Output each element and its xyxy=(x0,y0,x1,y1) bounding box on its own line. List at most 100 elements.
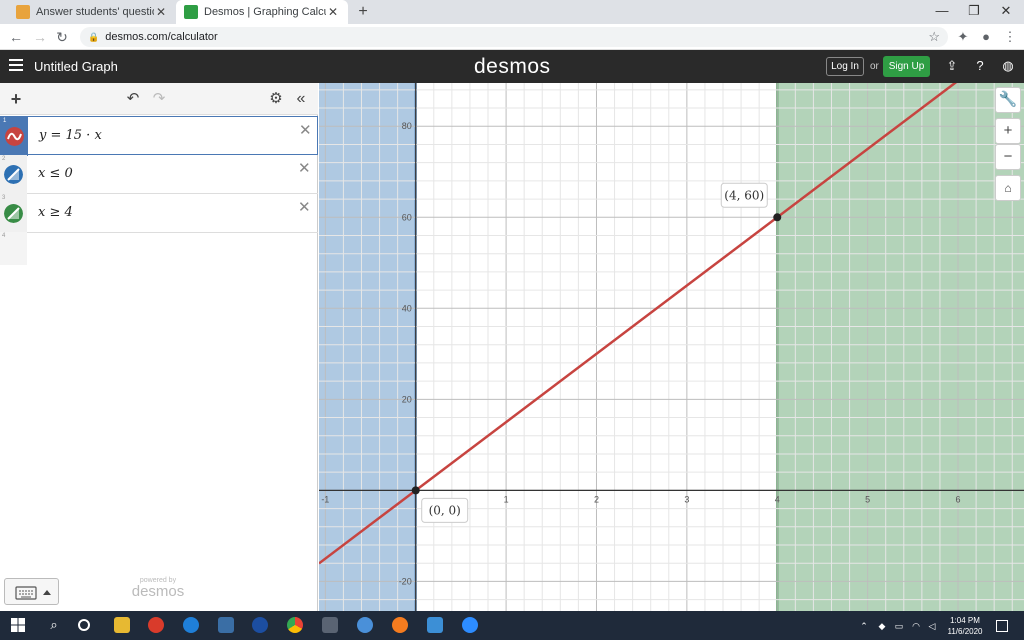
url-field[interactable]: 🔒 desmos.com/calculator ☆ xyxy=(80,27,948,47)
profile-icon[interactable]: ● xyxy=(976,27,996,47)
zoom-in-button[interactable]: + xyxy=(995,118,1021,144)
collapse-panel-icon[interactable]: « xyxy=(292,89,310,109)
app-icon[interactable] xyxy=(392,617,408,633)
chegg-favicon-icon xyxy=(16,5,30,19)
bookmark-star-icon[interactable]: ☆ xyxy=(928,29,940,45)
language-globe-icon[interactable]: ◍ xyxy=(1000,58,1016,74)
tab-answer-questions[interactable]: Answer students' questions and e ✕ xyxy=(8,0,176,24)
signup-button[interactable]: Sign Up xyxy=(883,56,930,77)
search-icon[interactable]: ⌕ xyxy=(46,617,62,633)
volume-icon[interactable]: ◁ xyxy=(926,620,938,632)
y-tick-label: -20 xyxy=(399,576,412,586)
menu-dots-icon[interactable]: ⋮ xyxy=(1000,27,1020,47)
expression-gutter: 2 xyxy=(0,155,27,194)
settings-gear-icon[interactable]: ⚙ xyxy=(267,89,285,109)
expression-row[interactable]: 3 x ≥ 4 ✕ xyxy=(0,194,318,233)
clock-date: 11/6/2020 xyxy=(947,627,983,636)
undo-icon[interactable]: ↶ xyxy=(124,89,142,109)
x-tick-label: 1 xyxy=(504,494,509,504)
expression-row[interactable]: 2 x ≤ 0 ✕ xyxy=(0,155,318,194)
windows-taskbar: ⌕ ⌃ ◆ ▭ ◠ ◁ 1:04 PM 11/6/2020 xyxy=(0,611,1024,640)
tab-desmos[interactable]: Desmos | Graphing Calculator ✕ xyxy=(176,0,348,24)
help-icon[interactable]: ? xyxy=(972,58,988,74)
system-clock[interactable]: 1:04 PM 11/6/2020 xyxy=(940,615,990,637)
back-icon[interactable]: ← xyxy=(6,27,26,47)
expression-number: 2 xyxy=(2,156,6,162)
windows-start-icon[interactable] xyxy=(10,617,26,633)
keypad-toggle-button[interactable] xyxy=(4,578,59,605)
hamburger-menu-icon[interactable] xyxy=(9,59,23,71)
powered-by-logo: desmos xyxy=(131,583,185,600)
x-tick-label: 6 xyxy=(956,494,961,504)
app-icon[interactable] xyxy=(148,617,164,633)
graph-canvas[interactable]: -1 1 2 3 4 5 6 -20 20 40 60 80 (0, 0) (4, 60) xyxy=(319,83,1024,611)
graph-settings-wrench-icon[interactable]: 🔧 xyxy=(995,87,1021,113)
labeled-point xyxy=(773,213,782,222)
expression-panel: + ↶ ↷ ⚙ « 1 y = 15 · x ✕ 2 x ≤ 0 ✕ 3 x ≥… xyxy=(0,83,318,611)
x-tick-label: 2 xyxy=(594,494,599,504)
app-icon[interactable] xyxy=(427,617,443,633)
window-close-icon[interactable]: ✕ xyxy=(990,0,1022,24)
x-tick-label: 3 xyxy=(684,494,689,504)
battery-icon[interactable]: ▭ xyxy=(893,620,905,632)
app-icon[interactable] xyxy=(252,617,268,633)
line-graph-color-icon[interactable] xyxy=(5,127,24,146)
share-icon[interactable]: ⇪ xyxy=(944,58,960,74)
expression-math[interactable]: x ≥ 4 xyxy=(38,205,73,220)
y-tick-label: 20 xyxy=(402,394,412,404)
inequality-color-icon[interactable] xyxy=(4,165,23,184)
new-expression-row[interactable]: 4 xyxy=(0,232,27,265)
graph-title[interactable]: Untitled Graph xyxy=(34,59,118,74)
zoom-app-icon[interactable] xyxy=(462,617,478,633)
desmos-favicon-icon xyxy=(184,5,198,19)
x-tick-label: -1 xyxy=(321,494,329,504)
forward-icon[interactable]: → xyxy=(30,27,50,47)
redo-icon[interactable]: ↷ xyxy=(150,89,168,109)
delete-expression-icon[interactable]: ✕ xyxy=(298,159,311,177)
expression-number: 3 xyxy=(2,195,6,201)
expression-math[interactable]: y = 15 · x xyxy=(39,128,102,143)
expression-toolbar: + ↶ ↷ ⚙ « xyxy=(0,83,318,115)
notifications-icon[interactable] xyxy=(996,620,1008,632)
login-button[interactable]: Log In xyxy=(826,57,864,76)
inequality-color-icon[interactable] xyxy=(4,204,23,223)
graph-paper[interactable]: -1 1 2 3 4 5 6 -20 20 40 60 80 (0, 0) (4, 60) xyxy=(319,83,1024,611)
edge-icon[interactable] xyxy=(183,617,199,633)
chrome-icon[interactable] xyxy=(287,617,303,633)
store-icon[interactable] xyxy=(218,617,234,633)
url-text: desmos.com/calculator xyxy=(105,31,218,43)
reload-icon[interactable]: ↻ xyxy=(52,27,72,47)
new-tab-button[interactable]: + xyxy=(354,2,372,22)
close-tab-icon[interactable]: ✕ xyxy=(326,5,340,19)
chevron-up-icon[interactable]: ⌃ xyxy=(858,620,870,632)
file-explorer-icon[interactable] xyxy=(114,617,130,633)
delete-expression-icon[interactable]: ✕ xyxy=(299,121,312,139)
restore-icon[interactable]: ❐ xyxy=(958,0,990,24)
add-expression-icon[interactable]: + xyxy=(8,89,24,109)
wifi-icon[interactable]: ◠ xyxy=(910,620,922,632)
or-label: or xyxy=(870,61,879,72)
tab-title: Answer students' questions and e xyxy=(36,6,154,18)
address-bar: ← → ↻ 🔒 desmos.com/calculator ☆ ✦ ● ⋮ xyxy=(0,24,1024,50)
point-label: (4, 60) xyxy=(724,188,764,202)
labeled-point xyxy=(411,486,420,495)
keyboard-icon xyxy=(15,586,51,600)
expression-math[interactable]: x ≤ 0 xyxy=(38,166,73,181)
close-tab-icon[interactable]: ✕ xyxy=(154,5,168,19)
extensions-icon[interactable]: ✦ xyxy=(953,27,973,47)
tray-app-icon[interactable]: ◆ xyxy=(876,620,888,632)
desmos-logo: desmos xyxy=(474,55,551,78)
app-icon[interactable] xyxy=(357,617,373,633)
x-tick-label: 4 xyxy=(775,494,780,504)
zoom-out-button[interactable]: − xyxy=(995,144,1021,170)
point-label: (0, 0) xyxy=(429,503,461,517)
x-tick-label: 5 xyxy=(865,494,870,504)
delete-expression-icon[interactable]: ✕ xyxy=(298,198,311,216)
minimize-icon[interactable]: — xyxy=(926,0,958,24)
task-view-icon[interactable] xyxy=(78,619,90,631)
app-icon[interactable] xyxy=(322,617,338,633)
expression-row[interactable]: 1 y = 15 · x ✕ xyxy=(0,116,318,156)
expression-number: 1 xyxy=(3,118,7,124)
zoom-home-icon[interactable]: ⌂ xyxy=(995,175,1021,201)
browser-tab-strip: Answer students' questions and e ✕ Desmo… xyxy=(0,0,1024,24)
